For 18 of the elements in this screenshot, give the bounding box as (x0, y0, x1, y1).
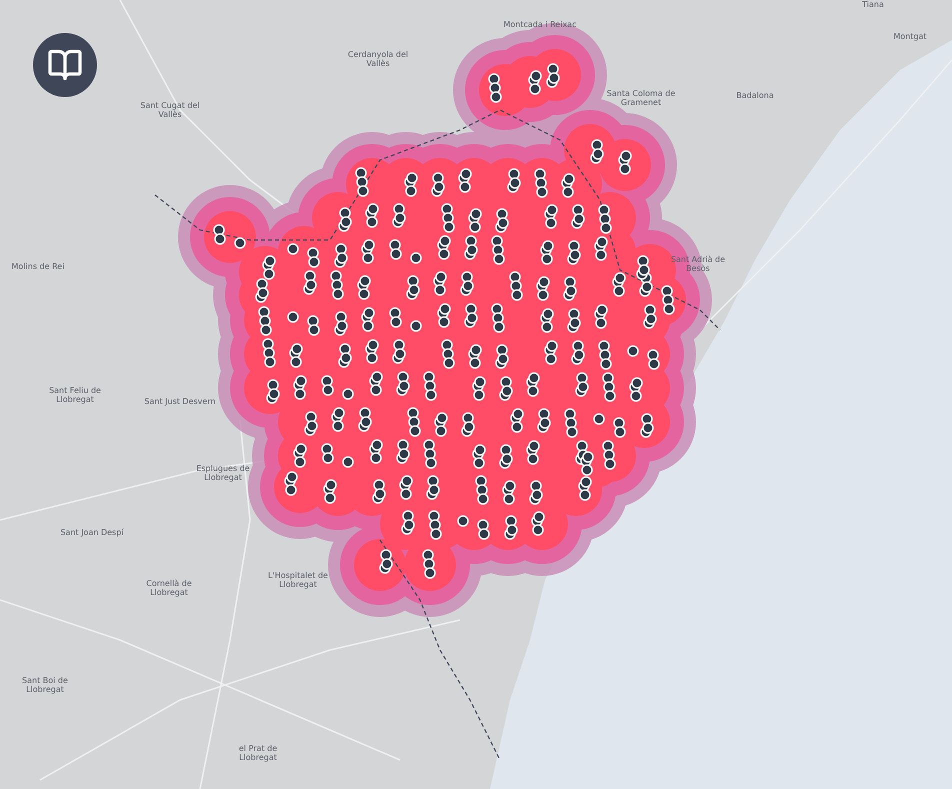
place-label: Badalona (735, 91, 775, 100)
place-label: Montcada i Reixac (503, 20, 577, 30)
place-label: Sant Feliu de Llobregat (48, 386, 102, 404)
place-label: Tiana (861, 0, 885, 10)
book-icon (47, 47, 83, 83)
place-label: Molins de Rei (10, 262, 66, 272)
place-label: Esplugues de Llobregat (195, 464, 251, 482)
place-label: Cornellà de Llobregat (145, 579, 193, 598)
place-label: Santa Coloma de Gramenet (606, 89, 676, 108)
place-label: Sant Adrià de Besòs (670, 255, 726, 274)
place-label: Montgat (892, 32, 928, 42)
place-label: L'Hospitalet de Llobregat (267, 571, 329, 590)
place-label: Cerdanyola del Vallès (346, 50, 410, 68)
place-label: Sant Joan Despí (59, 528, 125, 538)
place-label: Sant Just Desvern (143, 397, 217, 406)
place-label: el Prat de Llobregat (238, 744, 278, 762)
place-label: Sant Boi de Llobregat (21, 676, 69, 694)
place-label: Sant Cugat del Vallès (139, 101, 201, 120)
